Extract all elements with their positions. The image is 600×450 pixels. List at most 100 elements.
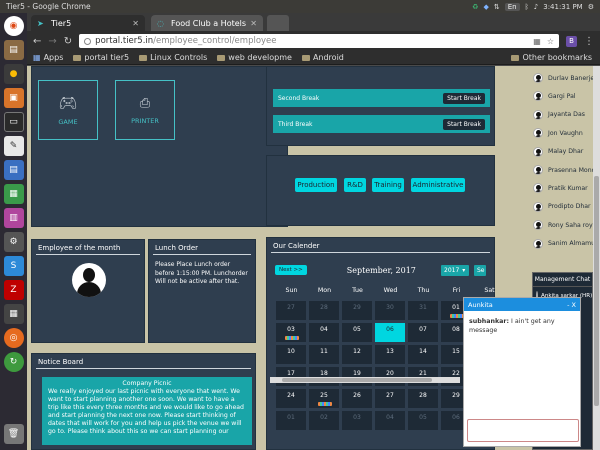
- department-training-button[interactable]: Training: [372, 178, 404, 192]
- clock[interactable]: 3:41:31 PM: [543, 3, 582, 11]
- calendar-horizontal-scrollbar[interactable]: [270, 377, 460, 383]
- bluetooth-icon[interactable]: ᛒ: [525, 3, 529, 11]
- employee-list-item[interactable]: Rony Saha roy: [533, 220, 593, 231]
- tab-strip: ➤ Tier5 ✕ ◌ Food Club a Hotels ✕: [27, 13, 600, 31]
- chat-window-controls[interactable]: - X: [567, 301, 576, 309]
- bookmark-web-development[interactable]: web developme: [217, 53, 292, 62]
- employee-list-item[interactable]: Sanim Almamun: [533, 238, 593, 249]
- calendar-day-cell[interactable]: 05: [407, 410, 439, 431]
- chat-input[interactable]: [467, 419, 579, 442]
- calendar-day-cell[interactable]: 25: [308, 388, 340, 409]
- department-production-button[interactable]: Production: [295, 178, 337, 192]
- chat-titlebar[interactable]: Aunkita - X: [464, 298, 580, 311]
- start-third-break-button[interactable]: Start Break: [443, 118, 485, 130]
- firefox-icon[interactable]: ◎: [3, 328, 24, 348]
- employee-list-item[interactable]: Gargi Pal: [533, 91, 576, 102]
- software-center-icon[interactable]: ▣: [3, 88, 24, 108]
- weekday-header: Wed: [383, 287, 398, 294]
- employee-list-item[interactable]: Malay Dhar: [533, 146, 583, 157]
- employee-list-item[interactable]: Jon Vaughn: [533, 128, 583, 139]
- terminal-icon[interactable]: ▭: [3, 112, 24, 132]
- calendar-day-cell[interactable]: 06: [374, 322, 406, 343]
- presentation-icon[interactable]: ▥: [3, 208, 24, 228]
- recycle-icon[interactable]: ♻: [472, 3, 478, 11]
- dropbox-icon[interactable]: ◆: [483, 3, 488, 11]
- settings-gear-icon[interactable]: ⚙: [588, 3, 594, 11]
- department-administrative-button[interactable]: Administrative: [411, 178, 465, 192]
- network-icon[interactable]: ⇅: [494, 3, 500, 11]
- calendar-day-cell[interactable]: 28: [308, 300, 340, 321]
- calendar-day-cell[interactable]: 11: [308, 344, 340, 365]
- year-select[interactable]: 2017 ▾: [441, 265, 469, 276]
- department-rnd-button[interactable]: R&D: [344, 178, 366, 192]
- files-icon[interactable]: ▤: [3, 40, 24, 60]
- trash-icon[interactable]: 🗑: [3, 424, 24, 444]
- calendar-day-cell[interactable]: 12: [341, 344, 373, 365]
- filezilla-icon[interactable]: Z: [3, 280, 24, 300]
- bookmark-portal-tier5[interactable]: portal tier5: [73, 53, 129, 62]
- bookmark-android[interactable]: Android: [301, 53, 344, 62]
- info-icon[interactable]: [84, 37, 92, 45]
- new-tab-button[interactable]: [267, 15, 289, 31]
- avatar: [533, 146, 543, 157]
- game-tile[interactable]: 🎮︎ GAME: [38, 80, 98, 140]
- ubuntu-dash-icon[interactable]: ◉: [3, 16, 24, 36]
- employee-list-item[interactable]: Pratik Kumar: [533, 183, 588, 194]
- forward-icon[interactable]: →: [48, 36, 56, 47]
- calendar-day-cell[interactable]: 01: [275, 410, 307, 431]
- back-icon[interactable]: ←: [33, 36, 41, 47]
- address-bar[interactable]: portal.tier5.in/employee_control/employe…: [79, 34, 559, 48]
- tab-food-club[interactable]: ◌ Food Club a Hotels ✕: [151, 15, 263, 31]
- calendar-day-cell[interactable]: 02: [308, 410, 340, 431]
- skype-icon[interactable]: S: [3, 256, 24, 276]
- reload-icon[interactable]: ↻: [64, 36, 72, 47]
- employee-list-item[interactable]: Durlav Banerjee: [533, 73, 593, 83]
- calendar-day-cell[interactable]: 03: [275, 322, 307, 343]
- close-tab-icon[interactable]: ✕: [250, 19, 257, 28]
- employee-list-item[interactable]: Prodipto Dhar: [533, 201, 591, 212]
- calendar-day-cell[interactable]: 31: [407, 300, 439, 321]
- calendar-day-cell[interactable]: 27: [275, 300, 307, 321]
- calendar-day-cell[interactable]: 04: [374, 410, 406, 431]
- calendar-day-cell[interactable]: 26: [341, 388, 373, 409]
- text-editor-icon[interactable]: ✎: [3, 136, 24, 156]
- calendar-day-cell[interactable]: 10: [275, 344, 307, 365]
- calendar-day-cell[interactable]: 13: [374, 344, 406, 365]
- employee-list-item[interactable]: Prasenna Mondal: [533, 165, 593, 175]
- calendar-next-button[interactable]: Next >>: [275, 265, 307, 275]
- calendar-day-cell[interactable]: 14: [407, 344, 439, 365]
- employee-list-item[interactable]: Jayanta Das: [533, 109, 585, 120]
- calendar-day-cell[interactable]: 27: [374, 388, 406, 409]
- calendar-day-cell[interactable]: 30: [374, 300, 406, 321]
- extension-b-icon[interactable]: B: [566, 35, 577, 47]
- keyboard-layout-indicator[interactable]: En: [504, 2, 520, 11]
- spreadsheet-icon[interactable]: ▦: [3, 184, 24, 204]
- calendar-day-cell[interactable]: 24: [275, 388, 307, 409]
- calendar-day-cell[interactable]: 05: [341, 322, 373, 343]
- bookmark-linux-controls[interactable]: Linux Controls: [139, 53, 207, 62]
- menu-icon[interactable]: ⋮: [584, 36, 594, 47]
- update-manager-icon[interactable]: ↻: [3, 352, 24, 372]
- page-vertical-scrollbar[interactable]: [593, 66, 600, 450]
- calendar-day-cell[interactable]: 07: [407, 322, 439, 343]
- calendar-day-cell[interactable]: 04: [308, 322, 340, 343]
- printer-tile[interactable]: ⎙ PRINTER: [115, 80, 175, 140]
- tab-tier5[interactable]: ➤ Tier5 ✕: [31, 15, 145, 31]
- calendar-day-cell[interactable]: 03: [341, 410, 373, 431]
- calendar-day-cell[interactable]: 29: [341, 300, 373, 321]
- calendar-day-cell[interactable]: 28: [407, 388, 439, 409]
- bookmark-apps[interactable]: ▦ Apps: [33, 53, 63, 62]
- system-settings-icon[interactable]: ⚙: [3, 232, 24, 252]
- start-second-break-button[interactable]: Start Break: [443, 92, 485, 104]
- bookmark-star-icon[interactable]: ☆: [547, 37, 554, 46]
- chrome-icon[interactable]: ●: [3, 64, 24, 84]
- workspace-switcher-icon[interactable]: ▦: [3, 304, 24, 324]
- weekday-header: Tue: [352, 287, 363, 294]
- document-icon[interactable]: ▤: [3, 160, 24, 180]
- volume-icon[interactable]: ♪: [534, 3, 538, 11]
- close-tab-icon[interactable]: ✕: [132, 19, 139, 28]
- other-bookmarks[interactable]: Other bookmarks: [511, 53, 600, 62]
- month-select[interactable]: Se: [474, 265, 486, 276]
- translate-icon[interactable]: ▦: [533, 37, 541, 46]
- chat-window: Aunkita - X subhankar: I ain't get any m…: [463, 297, 581, 447]
